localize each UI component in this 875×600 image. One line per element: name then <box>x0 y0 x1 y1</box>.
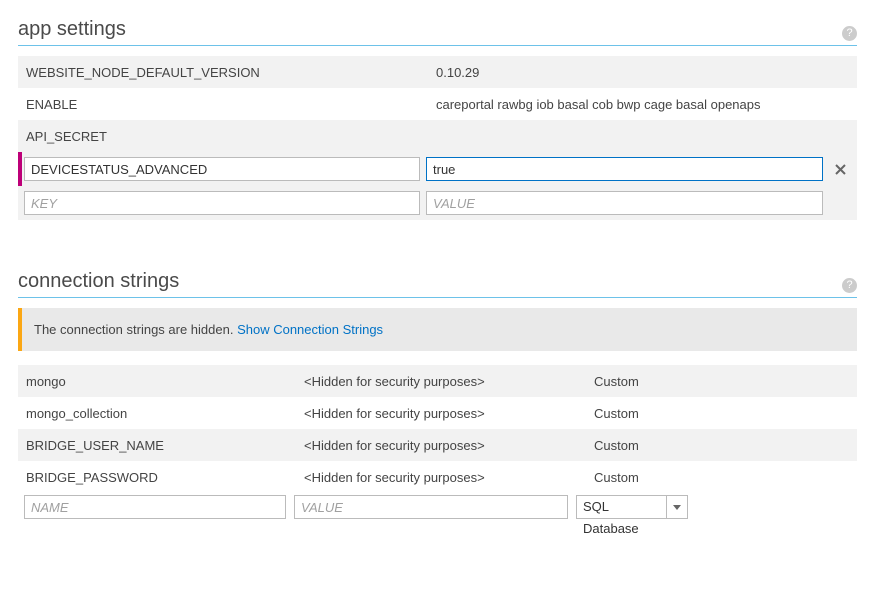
connection-strings-header: connection strings ? <box>18 270 857 298</box>
chevron-down-icon <box>673 505 681 510</box>
setting-key: API_SECRET <box>26 129 436 144</box>
close-icon <box>835 164 846 175</box>
cs-name-input[interactable] <box>24 495 286 519</box>
setting-row[interactable]: WEBSITE_NODE_DEFAULT_VERSION 0.10.29 <box>18 56 857 88</box>
help-icon[interactable]: ? <box>842 278 857 293</box>
cs-value: <Hidden for security purposes> <box>304 470 594 485</box>
cs-type: Custom <box>594 406 754 421</box>
setting-row[interactable]: API_SECRET <box>18 120 857 152</box>
connection-string-row[interactable]: mongo_collection <Hidden for security pu… <box>18 397 857 429</box>
setting-value: careportal rawbg iob basal cob bwp cage … <box>436 97 857 112</box>
cs-value: <Hidden for security purposes> <box>304 406 594 421</box>
connection-strings-hidden-notice: The connection strings are hidden. Show … <box>18 308 857 351</box>
setting-key-input[interactable] <box>24 157 420 181</box>
connection-strings-section: connection strings ? The connection stri… <box>18 270 857 519</box>
setting-key: ENABLE <box>26 97 436 112</box>
cs-type-select-value: SQL Database <box>576 495 666 519</box>
delete-setting-button[interactable] <box>829 158 851 180</box>
cs-name: BRIDGE_USER_NAME <box>26 438 304 453</box>
connection-string-row[interactable]: mongo <Hidden for security purposes> Cus… <box>18 365 857 397</box>
cs-value: <Hidden for security purposes> <box>304 374 594 389</box>
show-connection-strings-link[interactable]: Show Connection Strings <box>237 322 383 337</box>
cs-value: <Hidden for security purposes> <box>304 438 594 453</box>
cs-value-input[interactable] <box>294 495 568 519</box>
setting-key: WEBSITE_NODE_DEFAULT_VERSION <box>26 65 436 80</box>
cs-type-select[interactable]: SQL Database <box>576 495 688 519</box>
cs-name: BRIDGE_PASSWORD <box>26 470 304 485</box>
setting-new-row <box>18 186 857 220</box>
setting-value: 0.10.29 <box>436 65 857 80</box>
cs-type-select-button[interactable] <box>666 495 688 519</box>
connection-string-row[interactable]: BRIDGE_USER_NAME <Hidden for security pu… <box>18 429 857 461</box>
app-settings-title: app settings <box>18 18 126 41</box>
cs-name: mongo_collection <box>26 406 304 421</box>
cs-type: Custom <box>594 470 754 485</box>
setting-key-input[interactable] <box>24 191 420 215</box>
setting-edit-row-active <box>18 152 857 186</box>
connection-string-row[interactable]: BRIDGE_PASSWORD <Hidden for security pur… <box>18 461 857 493</box>
cs-name: mongo <box>26 374 304 389</box>
cs-type: Custom <box>594 438 754 453</box>
notice-text: The connection strings are hidden. <box>34 322 237 337</box>
cs-type: Custom <box>594 374 754 389</box>
connection-strings-title: connection strings <box>18 270 179 293</box>
setting-value-input[interactable] <box>426 157 823 181</box>
connection-string-new-row: SQL Database <box>18 493 857 519</box>
app-settings-header: app settings ? <box>18 18 857 46</box>
setting-row[interactable]: ENABLE careportal rawbg iob basal cob bw… <box>18 88 857 120</box>
help-icon[interactable]: ? <box>842 26 857 41</box>
setting-value-input[interactable] <box>426 191 823 215</box>
app-settings-section: app settings ? WEBSITE_NODE_DEFAULT_VERS… <box>18 18 857 220</box>
